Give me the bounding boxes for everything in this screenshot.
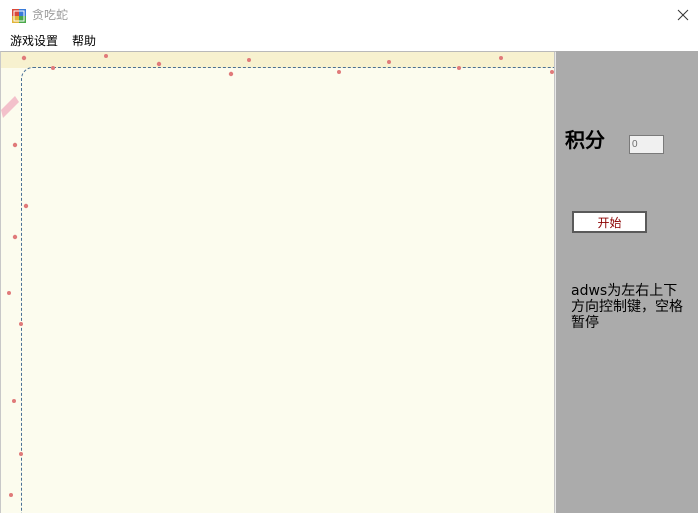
side-panel: 积分 开始 adws为左右上下方向控制键，空格暂停	[556, 51, 698, 513]
start-button[interactable]: 开始	[572, 211, 647, 233]
menu-bar: 游戏设置 帮助	[0, 31, 698, 51]
score-field[interactable]	[629, 135, 664, 154]
close-button[interactable]	[668, 0, 698, 31]
app-icon	[12, 8, 26, 23]
score-label: 积分	[565, 128, 605, 152]
background-pattern	[1, 54, 554, 497]
app-window: 贪吃蛇 游戏设置 帮助 积分 0 开始 adws为左右上下方向控制键，空格暂停	[0, 0, 698, 513]
menu-game-settings[interactable]: 游戏设置	[10, 33, 58, 49]
instructions-text: adws为左右上下方向控制键，空格暂停	[571, 283, 683, 331]
game-board[interactable]	[0, 51, 556, 513]
close-icon	[677, 6, 689, 25]
title-bar: 贪吃蛇	[0, 0, 698, 31]
menu-help[interactable]: 帮助	[72, 33, 96, 49]
window-title: 贪吃蛇	[32, 8, 69, 22]
